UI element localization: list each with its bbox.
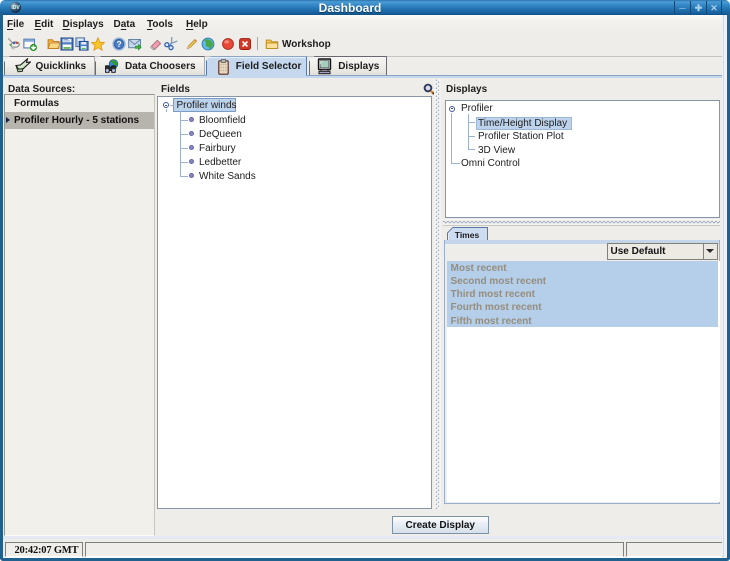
svg-text:?: ? [116, 39, 121, 49]
